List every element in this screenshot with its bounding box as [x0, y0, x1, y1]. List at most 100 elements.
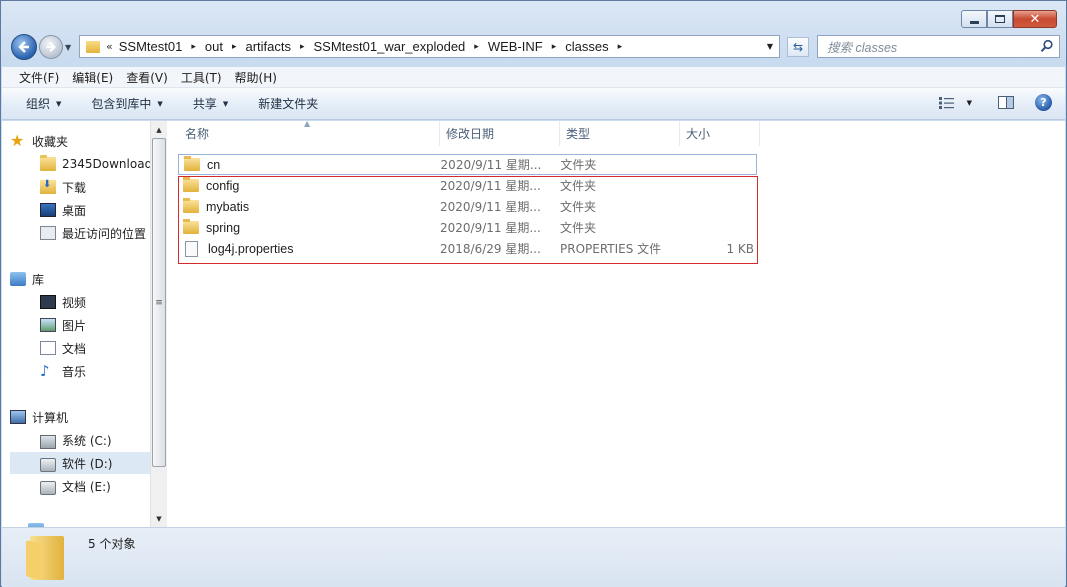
nav-item-drive-c[interactable]: 系统 (C:): [40, 429, 150, 451]
document-icon: [40, 341, 56, 355]
item-count: 5 个对象: [88, 537, 136, 551]
nav-label: 2345Downloads: [62, 157, 150, 171]
new-folder-button[interactable]: 新建文件夹: [258, 95, 318, 112]
menu-view[interactable]: 查看(V): [126, 69, 168, 86]
search-icon[interactable]: [1040, 39, 1054, 53]
nav-favorites[interactable]: ★ 收藏夹: [10, 130, 150, 152]
nav-label: 文档: [62, 341, 87, 356]
nav-scrollbar[interactable]: ▲ ≡ ▼: [150, 121, 167, 527]
view-controls: ▼ ?: [938, 94, 1052, 111]
table-row[interactable]: cn 2020/9/11 星期... 文件夹: [178, 154, 757, 175]
change-view-button[interactable]: ▼: [938, 96, 972, 109]
recent-pages-chevron-icon[interactable]: ▼: [65, 43, 71, 52]
menu-tools[interactable]: 工具(T): [181, 69, 222, 86]
menu-file[interactable]: 文件(F): [19, 69, 59, 86]
breadcrumb-item[interactable]: artifacts ▸: [245, 39, 313, 54]
share-button[interactable]: 共享 ▼: [193, 95, 228, 112]
address-bar[interactable]: « SSMtest01 ▸ out ▸ artifacts ▸ SSMtest01_war_…: [79, 35, 780, 58]
breadcrumb-separator-icon[interactable]: ▸: [552, 41, 557, 52]
navigation-pane: ★ 收藏夹 2345Downloads 下载 桌面 最近访问的位置 库 视频 图片…: [10, 121, 150, 527]
help-icon[interactable]: ?: [1035, 94, 1052, 111]
organize-button[interactable]: 组织 ▼: [26, 95, 61, 112]
breadcrumb-label: SSMtest01: [118, 39, 183, 54]
table-row[interactable]: log4j.properties 2018/6/29 星期... PROPERT…: [178, 238, 757, 259]
column-header-date[interactable]: 修改日期: [440, 121, 560, 146]
nav-label: 收藏夹: [32, 134, 69, 149]
file-size: 1 KB: [726, 241, 754, 256]
nav-item-recent-places[interactable]: 最近访问的位置: [40, 222, 150, 244]
scrollbar-thumb[interactable]: ≡: [152, 138, 166, 467]
minimize-button[interactable]: [961, 10, 987, 28]
breadcrumb-item[interactable]: WEB-INF ▸: [488, 39, 565, 54]
chevron-down-icon: ▼: [157, 99, 163, 108]
file-name: spring: [206, 220, 241, 235]
back-button[interactable]: [11, 34, 37, 60]
nav-item-videos[interactable]: 视频: [40, 291, 150, 313]
nav-item-drive-d[interactable]: 软件 (D:): [10, 452, 150, 474]
nav-item-desktop[interactable]: 桌面: [40, 199, 150, 221]
include-in-library-button[interactable]: 包含到库中 ▼: [91, 95, 162, 112]
maximize-button[interactable]: [987, 10, 1013, 28]
menu-help[interactable]: 帮助(H): [235, 69, 277, 86]
breadcrumb-item[interactable]: SSMtest01_war_exploded ▸: [314, 39, 488, 54]
details-view-icon: [938, 96, 954, 109]
nav-item-documents[interactable]: 文档: [40, 337, 150, 359]
grip-icon: ≡: [155, 297, 163, 308]
nav-item-drive-e[interactable]: 文档 (E:): [40, 475, 150, 497]
nav-network-partial[interactable]: [28, 519, 150, 527]
preview-pane-icon[interactable]: [998, 96, 1014, 109]
arrow-right-icon: [46, 41, 56, 53]
command-bar: 组织 ▼ 包含到库中 ▼ 共享 ▼ 新建文件夹 ▼ ?: [2, 88, 1065, 120]
nav-item-music[interactable]: ♪ 音乐: [40, 360, 150, 382]
file-name: cn: [207, 157, 221, 172]
column-header-name[interactable]: 名称 ▲: [168, 119, 440, 146]
breadcrumb-separator-icon[interactable]: ▸: [300, 41, 305, 52]
search-box[interactable]: 搜索 classes: [817, 35, 1060, 58]
refresh-button[interactable]: ⇆: [787, 37, 809, 57]
drive-icon: [40, 458, 56, 472]
breadcrumb: SSMtest01 ▸ out ▸ artifacts ▸ SSMtest01_war_ex…: [119, 39, 631, 54]
nav-label: 桌面: [62, 203, 87, 218]
menu-edit[interactable]: 编辑(E): [72, 69, 113, 86]
breadcrumb-separator-icon[interactable]: ▸: [232, 41, 237, 52]
forward-button[interactable]: [39, 35, 63, 59]
breadcrumb-overflow[interactable]: «: [106, 40, 113, 53]
nav-libraries[interactable]: 库: [10, 268, 150, 290]
file-list: 名称 ▲ 修改日期 类型 大小 cn 2020/9/11 星期... 文件夹 co…: [168, 119, 1065, 527]
breadcrumb-separator-icon[interactable]: ▸: [191, 41, 196, 52]
sort-ascending-icon: ▲: [304, 119, 311, 128]
nav-label: 库: [32, 272, 45, 287]
table-row[interactable]: spring 2020/9/11 星期... 文件夹: [178, 217, 757, 238]
scroll-up-icon[interactable]: ▲: [151, 121, 167, 138]
file-date: 2020/9/11 星期...: [440, 221, 541, 235]
search-input[interactable]: 搜索 classes: [827, 37, 897, 56]
breadcrumb-separator-icon[interactable]: ▸: [618, 41, 623, 52]
folder-icon: [30, 536, 64, 580]
breadcrumb-item[interactable]: classes ▸: [565, 39, 631, 54]
breadcrumb-item[interactable]: SSMtest01 ▸: [119, 39, 205, 54]
arrow-left-icon: [18, 41, 29, 53]
close-button[interactable]: ✕: [1013, 10, 1057, 28]
scroll-down-icon[interactable]: ▼: [151, 510, 167, 527]
table-row[interactable]: config 2020/9/11 星期... 文件夹: [178, 175, 757, 196]
address-history-chevron-icon[interactable]: ▼: [767, 42, 773, 51]
video-icon: [40, 295, 56, 309]
nav-item-downloads[interactable]: 下载: [40, 176, 150, 198]
system-drive-icon: [40, 434, 56, 449]
include-in-library-label: 包含到库中: [91, 97, 152, 111]
breadcrumb-item[interactable]: out ▸: [205, 39, 246, 54]
column-header-size[interactable]: 大小: [680, 121, 760, 146]
nav-item-2345downloads[interactable]: 2345Downloads: [40, 153, 150, 175]
file-name: log4j.properties: [208, 241, 294, 256]
new-folder-label: 新建文件夹: [258, 97, 319, 111]
column-header-type[interactable]: 类型: [560, 121, 680, 146]
folder-icon: [40, 155, 56, 171]
nav-item-pictures[interactable]: 图片: [40, 314, 150, 336]
breadcrumb-separator-icon[interactable]: ▸: [474, 41, 479, 52]
file-date: 2018/6/29 星期...: [440, 242, 541, 256]
share-label: 共享: [192, 97, 217, 111]
nav-label: 文档 (E:): [62, 479, 111, 494]
drive-icon: [40, 481, 56, 495]
table-row[interactable]: mybatis 2020/9/11 星期... 文件夹: [178, 196, 757, 217]
nav-computer[interactable]: 计算机: [10, 406, 150, 428]
